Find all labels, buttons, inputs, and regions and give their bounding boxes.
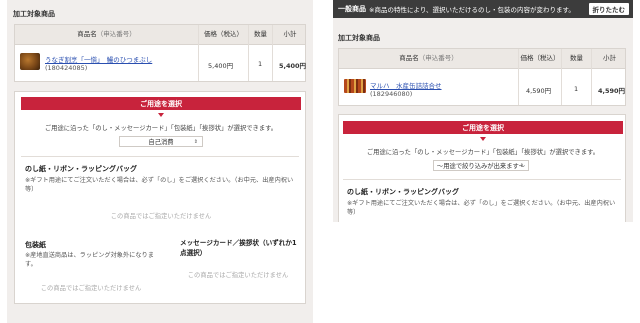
product-table: 商品名 （申込番号） 価格（税込） 数量 小計 マルハ 水産缶詰詰合せ (1829…	[338, 48, 626, 106]
purpose-select[interactable]: 〜用途で絞り込みが出来ます〜 ⇕	[433, 160, 529, 171]
options-box: ご用途を選択 ご用途に沿った「のし・メッセージカード」「包装紙」「挨拶状」が選択…	[338, 114, 626, 222]
section-title: 加工対象商品	[338, 34, 380, 42]
noshi-heading: のし紙・リボン・ラッピングバッグ	[347, 188, 459, 196]
product-code: (182946080)	[370, 90, 413, 98]
select-caret-icon: ⇕	[519, 162, 524, 169]
header-price: 価格（税込）	[520, 54, 560, 63]
wrapping-heading: 包装紙	[25, 241, 46, 249]
dropdown-arrow-icon	[480, 137, 486, 141]
product-table: 商品名 （申込番号） 価格（税込） 数量 小計 うなぎ割烹「一愼」 鰻のひつまぶし…	[14, 24, 306, 82]
wrapping-unavailable: この商品ではご指定いただけません	[40, 285, 142, 292]
right-panel: 一般商品 ※商品の特性により、選択いただけるのし・包装の内容が変わります。 折り…	[333, 0, 633, 222]
options-box: ご用途を選択 ご用途に沿った「のし・メッセージカード」「包装紙」「挨拶状」が選択…	[14, 91, 306, 304]
product-image[interactable]	[20, 53, 40, 70]
qty-value: 1	[574, 85, 579, 93]
noshi-note: ※ギフト用途にてご注文いただく場合は、必ず「のし」をご選択ください。（お中元、出…	[347, 200, 616, 216]
price-value: 5,400円	[208, 62, 234, 70]
wrapping-note: ※産地直送商品は、ラッピング対象外になります。	[25, 252, 154, 268]
subtotal-value: 4,590円	[598, 87, 626, 95]
select-caret-icon: ⇕	[193, 138, 198, 145]
purpose-description: ご用途に沿った「のし・メッセージカード」「包装紙」「挨拶状」が選択できます。	[366, 149, 600, 156]
product-code: (180424085)	[45, 64, 88, 72]
product-image[interactable]	[344, 79, 366, 93]
header-subtotal: 小計	[603, 54, 616, 63]
header-product: 商品名 （申込番号）	[77, 30, 136, 39]
dropdown-arrow-icon	[158, 113, 164, 117]
noshi-heading: のし紙・リボン・ラッピングバッグ	[25, 165, 137, 173]
header-price: 価格（税込）	[204, 30, 243, 39]
subtotal-value: 5,400円	[279, 62, 307, 70]
select-purpose-button[interactable]: ご用途を選択	[343, 121, 623, 134]
header-subtotal: 小計	[283, 30, 297, 39]
left-panel: 加工対象商品 商品名 （申込番号） 価格（税込） 数量 小計 うなぎ割烹「一愼」 …	[7, 0, 313, 323]
noshi-unavailable: この商品ではご指定いただけません	[110, 213, 212, 220]
category-bar: 一般商品 ※商品の特性により、選択いただけるのし・包装の内容が変わります。 折り…	[333, 0, 633, 18]
header-product: 商品名 （申込番号）	[399, 54, 458, 63]
qty-value: 1	[258, 60, 263, 68]
purpose-description: ご用途に沿った「のし・メッセージカード」「包装紙」「挨拶状」が選択できます。	[44, 125, 278, 132]
collapse-button[interactable]: 折りたたむ	[588, 3, 629, 15]
message-card-unavailable: この商品ではご指定いただけません	[187, 272, 289, 279]
price-value: 4,590円	[526, 87, 552, 95]
select-purpose-button[interactable]: ご用途を選択	[21, 97, 301, 110]
purpose-select[interactable]: 自己消費 ⇕	[119, 136, 203, 147]
section-title: 加工対象商品	[13, 10, 55, 18]
header-qty: 数量	[254, 30, 267, 39]
header-qty: 数量	[570, 54, 583, 63]
message-card-heading: メッセージカード／挨拶状（いずれか1点選択）	[180, 239, 297, 257]
category-message: ※商品の特性により、選択いただけるのし・包装の内容が変わります。	[369, 6, 575, 14]
product-name-link[interactable]: うなぎ割烹「一愼」 鰻のひつまぶし	[45, 54, 152, 64]
product-name-link[interactable]: マルハ 水産缶詰詰合せ	[370, 80, 442, 90]
category-label: 一般商品	[338, 5, 366, 13]
noshi-note: ※ギフト用途にてご注文いただく場合は、必ず「のし」をご選択ください。（お中元、出…	[25, 177, 294, 193]
